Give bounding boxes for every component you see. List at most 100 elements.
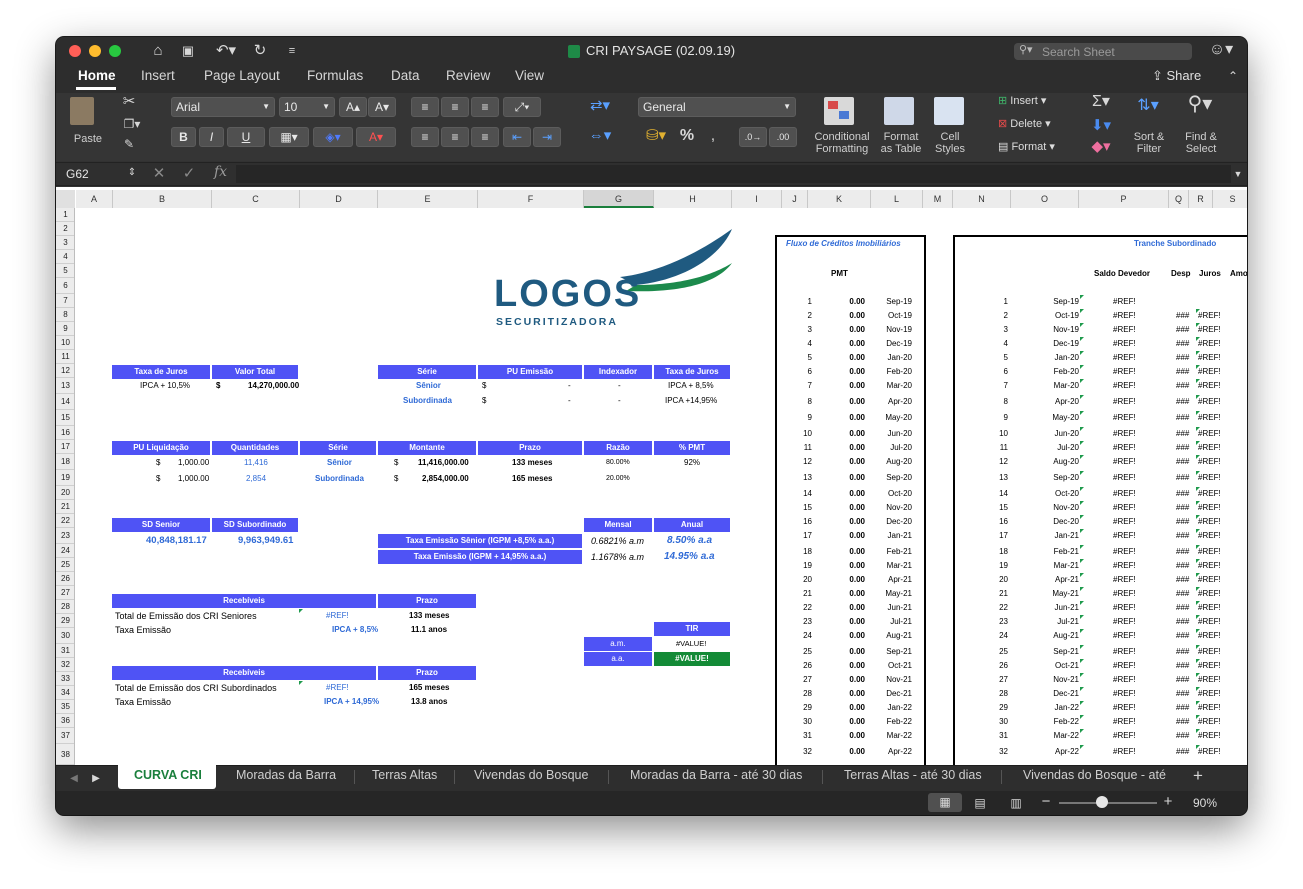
tranche-date[interactable]: Feb-22 [1029, 716, 1079, 728]
saldo-devedor-value[interactable]: #REF! [1113, 488, 1136, 500]
pu-liq-2[interactable]: 1,000.00 [178, 473, 209, 485]
prazo-anos-senior[interactable]: 11.1 anos [411, 624, 447, 636]
fluxo-date[interactable]: Sep-19 [862, 296, 912, 308]
razao-2[interactable]: 20.00% [606, 473, 630, 485]
fluxo-period[interactable]: 6 [762, 366, 812, 378]
tranche-period[interactable]: 15 [958, 502, 1008, 514]
tranche-period[interactable]: 1 [958, 296, 1008, 308]
fluxo-period[interactable]: 8 [762, 396, 812, 408]
saldo-devedor-value[interactable]: #REF! [1113, 746, 1136, 758]
total-emissao-senior-value[interactable]: #REF! [326, 610, 349, 622]
tranche-period[interactable]: 23 [958, 616, 1008, 628]
desp-value[interactable]: ### [1176, 352, 1189, 364]
serie-3-1[interactable]: Sênior [327, 457, 352, 469]
juros-value[interactable]: #REF! [1198, 502, 1221, 514]
desp-value[interactable]: ### [1176, 380, 1189, 392]
saldo-devedor-value[interactable]: #REF! [1113, 428, 1136, 440]
desp-value[interactable]: ### [1176, 646, 1189, 658]
fluxo-date[interactable]: Dec-21 [862, 688, 912, 700]
sheet-tab-terras[interactable]: Terras Altas [372, 768, 437, 782]
juros-value[interactable]: #REF! [1198, 456, 1221, 468]
desp-value[interactable]: ### [1176, 472, 1189, 484]
tranche-date[interactable]: Nov-19 [1029, 324, 1079, 336]
tranche-date[interactable]: Aug-21 [1029, 630, 1079, 642]
taxa-senior-mensal[interactable]: 0.6821% a.m [591, 535, 644, 547]
tranche-date[interactable]: Jun-21 [1029, 602, 1079, 614]
sd-subordinado-value[interactable]: 9,963,949.61 [238, 535, 293, 547]
fluxo-pmt-value[interactable]: 0.00 [815, 560, 865, 572]
tranche-date[interactable]: Jan-20 [1029, 352, 1079, 364]
fluxo-date[interactable]: Jul-21 [862, 616, 912, 628]
fluxo-date[interactable]: Jul-20 [862, 442, 912, 454]
juros-value[interactable]: #REF! [1198, 602, 1221, 614]
tranche-date[interactable]: Dec-21 [1029, 688, 1079, 700]
fluxo-period[interactable]: 13 [762, 472, 812, 484]
juros-value[interactable]: #REF! [1198, 310, 1221, 322]
desp-value[interactable]: ### [1176, 516, 1189, 528]
montante-1[interactable]: 11,416,000.00 [418, 457, 469, 469]
fluxo-date[interactable]: Mar-22 [862, 730, 912, 742]
sd-senior-value[interactable]: 40,848,181.17 [146, 535, 207, 547]
desp-value[interactable]: ### [1176, 616, 1189, 628]
tranche-period[interactable]: 24 [958, 630, 1008, 642]
taxa-emissao-senior-value[interactable]: IPCA + 8,5% [332, 624, 378, 636]
sheet-tab-label-curva-cri[interactable]: CURVA CRI [134, 768, 202, 782]
fluxo-pmt-value[interactable]: 0.00 [815, 660, 865, 672]
tranche-period[interactable]: 21 [958, 588, 1008, 600]
quantidade-2[interactable]: 2,854 [246, 473, 266, 485]
tranche-date[interactable]: Oct-21 [1029, 660, 1079, 672]
desp-value[interactable]: ### [1176, 630, 1189, 642]
fluxo-period[interactable]: 14 [762, 488, 812, 500]
tranche-period[interactable]: 14 [958, 488, 1008, 500]
serie-3-2[interactable]: Subordinada [315, 473, 364, 485]
juros-value[interactable]: #REF! [1198, 702, 1221, 714]
fluxo-date[interactable]: Nov-20 [862, 502, 912, 514]
fluxo-date[interactable]: Aug-21 [862, 630, 912, 642]
valor-total-value[interactable]: 14,270,000.00 [248, 380, 299, 392]
saldo-devedor-value[interactable]: #REF! [1113, 588, 1136, 600]
saldo-devedor-value[interactable]: #REF! [1113, 730, 1136, 742]
fluxo-date[interactable]: Aug-20 [862, 456, 912, 468]
taxa-senior-anual[interactable]: 8.50% a.a [667, 535, 712, 547]
fluxo-pmt-value[interactable]: 0.00 [815, 488, 865, 500]
juros-value[interactable]: #REF! [1198, 530, 1221, 542]
fluxo-pmt-value[interactable]: 0.00 [815, 574, 865, 586]
saldo-devedor-value[interactable]: #REF! [1113, 380, 1136, 392]
tranche-period[interactable]: 7 [958, 380, 1008, 392]
desp-value[interactable]: ### [1176, 560, 1189, 572]
fluxo-period[interactable]: 11 [762, 442, 812, 454]
fluxo-period[interactable]: 2 [762, 310, 812, 322]
desp-value[interactable]: ### [1176, 588, 1189, 600]
desp-value[interactable]: ### [1176, 674, 1189, 686]
tranche-period[interactable]: 32 [958, 746, 1008, 758]
saldo-devedor-value[interactable]: #REF! [1113, 688, 1136, 700]
fluxo-pmt-value[interactable]: 0.00 [815, 380, 865, 392]
fluxo-date[interactable]: Oct-19 [862, 310, 912, 322]
juros-value[interactable]: #REF! [1198, 396, 1221, 408]
fluxo-date[interactable]: Jun-21 [862, 602, 912, 614]
fluxo-pmt-value[interactable]: 0.00 [815, 730, 865, 742]
fluxo-period[interactable]: 16 [762, 516, 812, 528]
juros-value[interactable]: #REF! [1198, 428, 1221, 440]
saldo-devedor-value[interactable]: #REF! [1113, 502, 1136, 514]
serie-subordinada[interactable]: Subordinada [403, 395, 452, 407]
fluxo-date[interactable]: Nov-19 [862, 324, 912, 336]
quantidade-1[interactable]: 11,416 [244, 457, 268, 469]
prazo-anos-sub[interactable]: 13.8 anos [411, 696, 447, 708]
fluxo-date[interactable]: Oct-21 [862, 660, 912, 672]
fluxo-period[interactable]: 7 [762, 380, 812, 392]
tranche-date[interactable]: Sep-21 [1029, 646, 1079, 658]
indexador-sub[interactable]: - [618, 395, 621, 407]
juros-value[interactable]: #REF! [1198, 730, 1221, 742]
desp-value[interactable]: ### [1176, 660, 1189, 672]
saldo-devedor-value[interactable]: #REF! [1113, 702, 1136, 714]
tranche-period[interactable]: 26 [958, 660, 1008, 672]
desp-value[interactable]: ### [1176, 366, 1189, 378]
tranche-date[interactable]: Mar-21 [1029, 560, 1079, 572]
desp-value[interactable]: ### [1176, 530, 1189, 542]
juros-value[interactable]: #REF! [1198, 546, 1221, 558]
fluxo-period[interactable]: 26 [762, 660, 812, 672]
fluxo-date[interactable]: Sep-21 [862, 646, 912, 658]
fluxo-date[interactable]: Feb-22 [862, 716, 912, 728]
desp-value[interactable]: ### [1176, 746, 1189, 758]
